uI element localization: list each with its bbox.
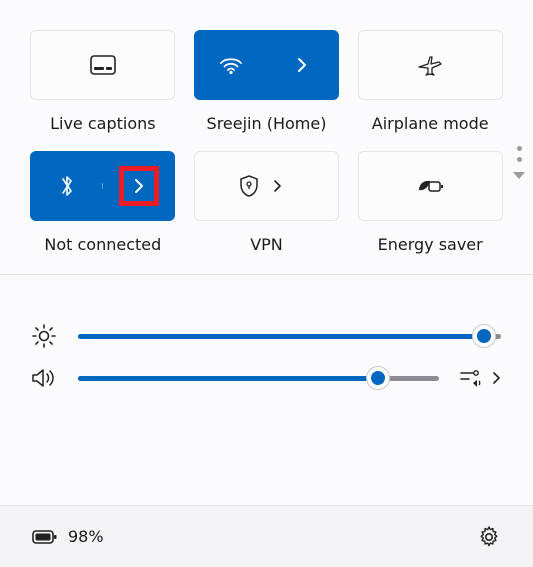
- tile-energy[interactable]: [358, 151, 503, 221]
- brightness-icon: [30, 323, 58, 349]
- tile-vpn-expand[interactable]: [266, 179, 338, 193]
- tile-bluetooth-expand[interactable]: [103, 177, 175, 195]
- bottom-status-bar: 98%: [0, 505, 533, 567]
- sliders-section: [0, 275, 533, 437]
- tile-live-captions-wrap: Live captions: [30, 30, 176, 133]
- tile-live-captions-label: Live captions: [50, 114, 156, 133]
- quick-settings-grid: Live captions Sreejin (Home) Airplane mo…: [0, 0, 533, 274]
- leaf-battery-icon: [416, 176, 444, 196]
- tile-bluetooth-label: Not connected: [44, 235, 161, 254]
- dot-icon: [517, 146, 522, 151]
- tile-bluetooth-wrap: Not connected: [30, 151, 176, 254]
- wifi-icon: [218, 55, 244, 75]
- battery-text: 98%: [68, 527, 104, 546]
- shield-lock-icon: [238, 174, 260, 198]
- tile-live-captions[interactable]: [30, 30, 175, 100]
- battery-icon: [32, 528, 58, 546]
- tile-bluetooth[interactable]: [30, 151, 175, 221]
- volume-row: [30, 367, 501, 389]
- tile-bluetooth-toggle[interactable]: [31, 173, 103, 199]
- battery-status[interactable]: 98%: [32, 527, 104, 546]
- tile-wifi-toggle[interactable]: [195, 55, 267, 75]
- tile-vpn-wrap: VPN: [194, 151, 340, 254]
- tile-vpn[interactable]: [194, 151, 339, 221]
- tile-wifi[interactable]: [194, 30, 339, 100]
- speaker-icon: [30, 367, 58, 389]
- tile-airplane-label: Airplane mode: [372, 114, 489, 133]
- airplane-icon: [417, 54, 443, 76]
- tile-wifi-label: Sreejin (Home): [207, 114, 327, 133]
- brightness-row: [30, 323, 501, 349]
- tile-vpn-label: VPN: [250, 235, 283, 254]
- settings-button[interactable]: [477, 525, 501, 549]
- tile-wifi-wrap: Sreejin (Home): [194, 30, 340, 133]
- brightness-slider[interactable]: [78, 327, 501, 345]
- bluetooth-icon: [59, 173, 75, 199]
- chevron-right-icon: [272, 179, 282, 193]
- dot-icon: [517, 157, 522, 162]
- tile-airplane-wrap: Airplane mode: [357, 30, 503, 133]
- tile-vpn-toggle[interactable]: [195, 174, 267, 198]
- chevron-right-icon: [133, 177, 145, 195]
- chevron-right-icon: [296, 56, 308, 74]
- panel-scroll-indicator[interactable]: [513, 146, 525, 179]
- tile-energy-label: Energy saver: [378, 235, 483, 254]
- chevron-down-icon: [513, 172, 525, 179]
- tile-wifi-expand[interactable]: [266, 56, 338, 74]
- tile-energy-wrap: Energy saver: [357, 151, 503, 254]
- tile-airplane[interactable]: [358, 30, 503, 100]
- volume-slider[interactable]: [78, 369, 439, 387]
- chevron-right-icon[interactable]: [491, 371, 501, 385]
- audio-output-icon[interactable]: [459, 368, 483, 388]
- gear-icon: [477, 525, 501, 549]
- captions-icon: [90, 55, 116, 75]
